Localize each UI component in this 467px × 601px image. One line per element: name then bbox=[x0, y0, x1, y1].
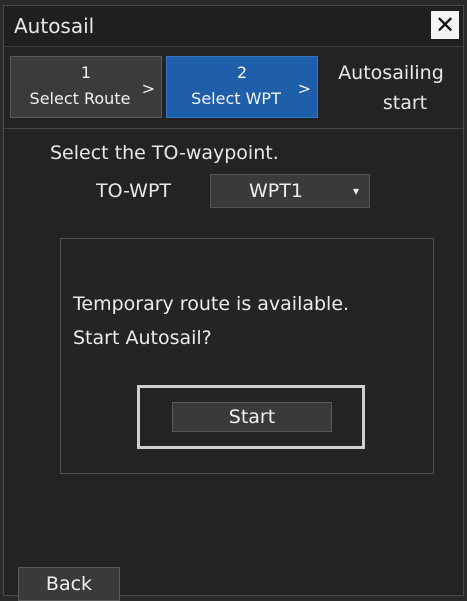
to-wpt-label: TO-WPT bbox=[96, 180, 172, 202]
step-autosailing-start: Autosailing start bbox=[322, 56, 460, 118]
focus-frame: Start bbox=[137, 385, 365, 449]
step-number: 1 bbox=[80, 63, 92, 82]
step-label-line2: start bbox=[382, 92, 428, 114]
temporary-route-message: Temporary route is available. bbox=[73, 293, 350, 315]
start-button[interactable]: Start bbox=[172, 402, 332, 432]
step-indicator: 1 Select Route > 2 Select WPT > Autosail… bbox=[4, 50, 463, 124]
step-arrow-icon: > bbox=[141, 79, 155, 98]
window-title: Autosail bbox=[14, 14, 95, 38]
step-arrow-icon: > bbox=[297, 79, 311, 98]
confirmation-panel: Temporary route is available. Start Auto… bbox=[60, 238, 434, 474]
step-select-wpt[interactable]: 2 Select WPT > bbox=[166, 56, 318, 118]
autosail-window: Autosail ✕ 1 Select Route > 2 Select WPT… bbox=[3, 5, 464, 601]
step-number: 2 bbox=[236, 63, 248, 82]
close-icon[interactable]: ✕ bbox=[431, 11, 459, 39]
back-button[interactable]: Back bbox=[18, 567, 120, 601]
title-bar: Autosail ✕ bbox=[4, 6, 463, 47]
chevron-down-icon: ▾ bbox=[352, 184, 359, 198]
divider bbox=[4, 128, 463, 129]
to-wpt-dropdown[interactable]: WPT1 ▾ bbox=[210, 174, 370, 208]
step-label: Select Route bbox=[29, 89, 131, 108]
start-autosail-question: Start Autosail? bbox=[73, 327, 212, 349]
to-wpt-selected-value: WPT1 bbox=[249, 180, 303, 202]
step-label-line1: Autosailing bbox=[338, 62, 444, 84]
to-waypoint-prompt: Select the TO-waypoint. bbox=[50, 142, 279, 164]
step-label: Select WPT bbox=[191, 89, 281, 108]
step-select-route[interactable]: 1 Select Route > bbox=[10, 56, 162, 118]
